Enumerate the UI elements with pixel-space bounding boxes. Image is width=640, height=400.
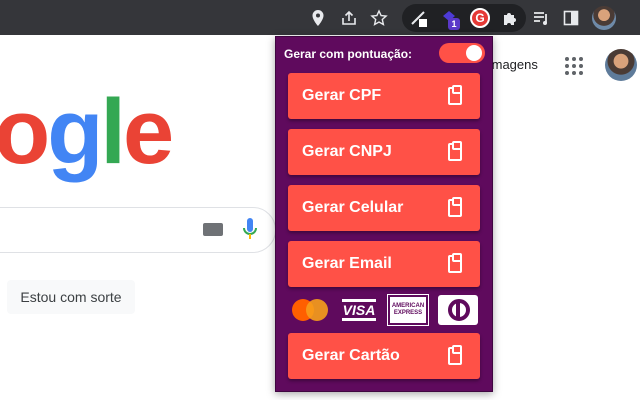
amex-line-2: EXPRESS — [393, 310, 423, 316]
mastercard-circle-right — [306, 299, 328, 321]
google-apps-icon[interactable] — [565, 57, 583, 75]
generate-cnpj-label: Gerar CNPJ — [302, 143, 392, 160]
side-panel-icon[interactable] — [560, 7, 582, 29]
profile-avatar[interactable] — [592, 6, 616, 30]
share-icon[interactable] — [338, 7, 360, 29]
amex-option[interactable]: AMERICAN EXPRESS — [387, 294, 429, 326]
extensions-puzzle-icon[interactable] — [499, 7, 521, 29]
score-toggle[interactable] — [439, 43, 485, 63]
clipboard-icon — [448, 345, 462, 365]
diners-option[interactable] — [438, 295, 478, 325]
browser-toolbar: 1 G — [0, 0, 640, 35]
generate-cpf-button[interactable]: Gerar CPF — [288, 73, 480, 119]
reading-list-icon[interactable] — [530, 7, 552, 29]
amex-line-1: AMERICAN — [391, 303, 425, 310]
diners-bar — [456, 302, 460, 318]
clipboard-icon — [448, 253, 462, 273]
generate-email-label: Gerar Email — [302, 255, 392, 272]
extension-badge: 1 — [448, 18, 460, 30]
pen-extension-icon[interactable] — [408, 7, 430, 29]
generate-cpf-label: Gerar CPF — [302, 87, 382, 104]
logo-letter-e: e — [122, 81, 174, 183]
images-link[interactable]: Imagens — [488, 57, 538, 72]
generate-celular-label: Gerar Celular — [302, 199, 404, 216]
logo-letter-l: l — [100, 81, 126, 183]
google-logo: ogle — [0, 81, 174, 183]
location-icon[interactable] — [307, 7, 329, 29]
generator-popup: Gerar com pontuação: Gerar CPF Gerar CNP… — [275, 36, 493, 392]
account-avatar[interactable] — [605, 49, 637, 81]
keyboard-icon[interactable] — [203, 223, 223, 236]
generate-email-button[interactable]: Gerar Email — [288, 241, 480, 287]
logo-letter-o: o — [0, 81, 50, 183]
clipboard-icon — [448, 85, 462, 105]
generate-cartao-button[interactable]: Gerar Cartão — [288, 333, 480, 379]
search-input[interactable] — [0, 207, 276, 253]
score-toggle-label: Gerar com pontuação: — [284, 47, 413, 61]
gerador-extension-icon[interactable]: G — [470, 8, 490, 28]
clipboard-icon — [448, 141, 462, 161]
generate-cartao-label: Gerar Cartão — [302, 347, 400, 364]
generate-cnpj-button[interactable]: Gerar CNPJ — [288, 129, 480, 175]
toggle-knob — [466, 45, 482, 61]
logo-letter-g: g — [47, 81, 103, 183]
bookmark-star-icon[interactable] — [368, 7, 390, 29]
clipboard-icon — [448, 197, 462, 217]
lucky-button[interactable]: Estou com sorte — [7, 280, 135, 314]
generate-celular-button[interactable]: Gerar Celular — [288, 185, 480, 231]
visa-option[interactable]: VISA — [340, 295, 378, 325]
card-brand-row: VISA AMERICAN EXPRESS — [290, 294, 480, 326]
mastercard-option[interactable] — [292, 295, 330, 325]
microphone-icon[interactable] — [242, 217, 258, 243]
